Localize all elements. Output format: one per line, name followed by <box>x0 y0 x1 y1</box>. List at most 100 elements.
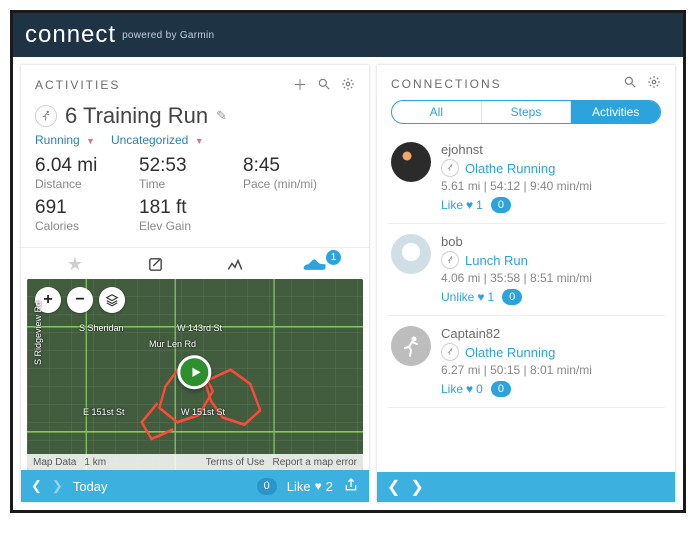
columns: ACTIVITIES ＋ 6 Training Run ✎ Running <box>13 57 683 510</box>
map[interactable]: + − S Sheridan W 143rd St Mur Len Rd S R… <box>27 279 363 470</box>
heart-icon: ♥ <box>477 290 484 304</box>
running-icon <box>441 251 459 269</box>
running-icon <box>35 105 57 127</box>
connections-feed[interactable]: ejohnst Olathe Running 5.61 mi | 54:12 |… <box>377 128 675 472</box>
activity-title-row: 6 Training Run ✎ <box>21 97 369 133</box>
activity-dropdowns: Running ▼ Uncategorized ▼ <box>21 133 369 153</box>
feed-activity-link[interactable]: Olathe Running <box>465 161 555 176</box>
stat-label: Distance <box>35 177 111 191</box>
like-count: 1 <box>487 290 494 304</box>
stat-label: Time <box>139 177 215 191</box>
terms-link[interactable]: Terms of Use <box>206 457 265 468</box>
stat-value: 181 ft <box>139 197 215 219</box>
like-label: Like <box>441 382 463 396</box>
activities-bottom-bar: ❮ ❯ Today 0 Like ♥ 2 <box>21 470 369 502</box>
connections-panel: CONNECTIONS All Steps Activities ejohnst <box>377 65 675 502</box>
share-icon[interactable] <box>343 477 359 496</box>
activity-tabs: ★ 1 <box>21 247 369 279</box>
connections-header: CONNECTIONS <box>377 65 675 94</box>
feed-activity-link[interactable]: Olathe Running <box>465 345 555 360</box>
avatar[interactable] <box>391 142 431 182</box>
today-label[interactable]: Today <box>73 479 108 494</box>
heart-icon: ♥ <box>466 198 473 212</box>
feed-username[interactable]: ejohnst <box>441 142 661 157</box>
map-controls: + − <box>35 287 125 313</box>
activities-title: ACTIVITIES <box>35 78 283 92</box>
running-icon <box>441 343 459 361</box>
feed-activity-row: Olathe Running <box>441 343 661 361</box>
play-button[interactable] <box>177 355 211 389</box>
search-icon[interactable] <box>623 75 637 92</box>
category-dropdown-label: Uncategorized <box>111 133 188 147</box>
feed-activity-link[interactable]: Lunch Run <box>465 253 528 268</box>
like-button[interactable]: Like ♥ 2 <box>287 479 333 494</box>
gear-icon[interactable] <box>341 77 355 94</box>
comments-count[interactable]: 0 <box>491 197 511 213</box>
running-icon <box>441 159 459 177</box>
stat-distance: 6.04 mi Distance <box>35 155 111 191</box>
feed-body: ejohnst Olathe Running 5.61 mi | 54:12 |… <box>441 142 661 213</box>
like-count: 1 <box>476 198 483 212</box>
heart-icon: ♥ <box>315 479 322 493</box>
caret-down-icon: ▼ <box>86 136 95 146</box>
like-count: 0 <box>476 382 483 396</box>
street-label: W 151st St <box>181 407 225 417</box>
brand-name: connect <box>25 21 116 49</box>
stat-calories: 691 Calories <box>35 197 111 233</box>
avatar[interactable] <box>391 326 431 366</box>
feed-body: bob Lunch Run 4.06 mi | 35:58 | 8:51 min… <box>441 234 661 305</box>
feed-item: Captain82 Olathe Running 6.27 mi | 50:15… <box>387 316 665 408</box>
comments-count[interactable]: 0 <box>257 478 277 495</box>
stat-label: Elev Gain <box>139 219 215 233</box>
stat-pace: 8:45 Pace (min/mi) <box>243 155 319 191</box>
prev-button[interactable]: ❮ <box>387 477 400 497</box>
comments-count[interactable]: 0 <box>502 289 522 305</box>
stat-value: 691 <box>35 197 111 219</box>
layers-button[interactable] <box>99 287 125 313</box>
caret-down-icon: ▼ <box>195 136 204 146</box>
search-icon[interactable] <box>317 77 331 94</box>
prev-button[interactable]: ❮ <box>31 478 42 494</box>
map-attribution: Map Data 1 km Terms of Use Report a map … <box>27 454 363 470</box>
gear-shoe-icon[interactable]: 1 <box>275 256 355 274</box>
edit-pencil-icon[interactable]: ✎ <box>216 108 227 124</box>
top-bar: connect powered by Garmin <box>13 13 683 57</box>
like-button[interactable]: Like ♥ 1 <box>441 198 483 212</box>
stat-value: 6.04 mi <box>35 155 111 177</box>
connections-title: CONNECTIONS <box>391 77 613 91</box>
like-label: Like <box>441 198 463 212</box>
add-icon[interactable]: ＋ <box>293 75 307 95</box>
feed-like-row: Like ♥ 1 0 <box>441 197 661 213</box>
type-dropdown-label: Running <box>35 133 80 147</box>
feed-username[interactable]: bob <box>441 234 661 249</box>
category-dropdown[interactable]: Uncategorized ▼ <box>111 133 204 147</box>
unlike-button[interactable]: Unlike ♥ 1 <box>441 290 494 304</box>
feed-stats: 4.06 mi | 35:58 | 8:51 min/mi <box>441 271 661 285</box>
chart-icon[interactable] <box>195 256 275 274</box>
connections-tabs: All Steps Activities <box>391 100 661 124</box>
like-button[interactable]: Like ♥ 0 <box>441 382 483 396</box>
gear-icon[interactable] <box>647 75 661 92</box>
stat-time: 52:53 Time <box>139 155 215 191</box>
report-link[interactable]: Report a map error <box>273 457 357 468</box>
tab-steps[interactable]: Steps <box>482 101 572 123</box>
stat-value: 52:53 <box>139 155 215 177</box>
type-dropdown[interactable]: Running ▼ <box>35 133 95 147</box>
feed-like-row: Unlike ♥ 1 0 <box>441 289 661 305</box>
feed-body: Captain82 Olathe Running 6.27 mi | 50:15… <box>441 326 661 397</box>
feed-stats: 5.61 mi | 54:12 | 9:40 min/mi <box>441 179 661 193</box>
stats-grid: 6.04 mi Distance 52:53 Time 8:45 Pace (m… <box>21 153 369 247</box>
details-icon[interactable] <box>115 256 195 273</box>
tab-activities[interactable]: Activities <box>571 101 660 123</box>
avatar[interactable] <box>391 234 431 274</box>
feed-like-row: Like ♥ 0 0 <box>441 381 661 397</box>
tab-all[interactable]: All <box>392 101 482 123</box>
activity-name: 6 Training Run <box>65 103 208 129</box>
feed-username[interactable]: Captain82 <box>441 326 661 341</box>
favorite-icon[interactable]: ★ <box>35 254 115 275</box>
stat-label: Calories <box>35 219 111 233</box>
zoom-out-button[interactable]: − <box>67 287 93 313</box>
comments-count[interactable]: 0 <box>491 381 511 397</box>
next-button[interactable]: ❯ <box>52 478 63 494</box>
next-button[interactable]: ❯ <box>410 477 423 497</box>
